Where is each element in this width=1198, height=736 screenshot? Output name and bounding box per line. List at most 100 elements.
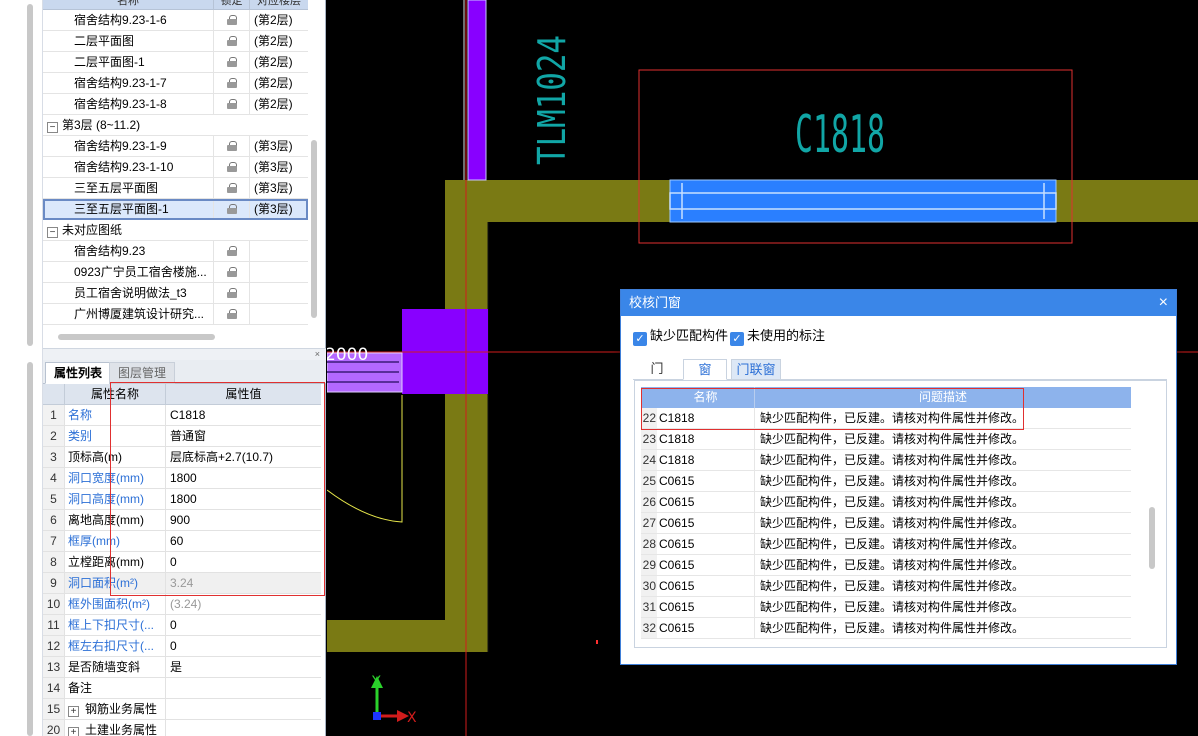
issue-row[interactable]: 28 C0615 缺少匹配构件，已反建。请核对构件属性并修改。 xyxy=(641,534,1131,555)
tree-row[interactable]: 三至五层平面图-1 (第3层) xyxy=(43,199,308,220)
lock-icon[interactable] xyxy=(226,288,237,298)
tree-group[interactable]: − 未对应图纸 xyxy=(43,220,308,241)
tab-property-list[interactable]: 属性列表 xyxy=(45,362,112,384)
property-row[interactable]: 14 备注 xyxy=(43,678,321,699)
property-value[interactable]: 0 xyxy=(166,615,321,635)
collapse-icon[interactable]: − xyxy=(47,227,58,238)
lock-icon[interactable] xyxy=(226,267,237,277)
door-frame[interactable] xyxy=(467,0,487,181)
tree-group[interactable]: − 第3层 (8~11.2) xyxy=(43,115,308,136)
tree-vertical-scrollbar[interactable] xyxy=(311,140,317,318)
panel-close-icon[interactable]: × xyxy=(315,349,320,359)
tree-row[interactable]: 宿舍结构9.23-1-10 (第3层) xyxy=(43,157,308,178)
tab-layer-management[interactable]: 图层管理 xyxy=(109,362,176,384)
tree-row-lock[interactable] xyxy=(214,199,250,219)
tree-row-lock[interactable] xyxy=(214,31,250,51)
property-row[interactable]: 12 框左右扣尺寸(... 0 xyxy=(43,636,321,657)
lock-icon[interactable] xyxy=(226,204,237,214)
grid-scrollbar[interactable] xyxy=(1149,507,1155,569)
tree-horizontal-scrollbar[interactable] xyxy=(58,334,215,340)
tree-row[interactable]: 0923广宁员工宿舍楼施... xyxy=(43,262,308,283)
property-row[interactable]: 6 离地高度(mm) 900 xyxy=(43,510,321,531)
property-row[interactable]: 1 名称 C1818 xyxy=(43,405,321,426)
property-row[interactable]: 15 + 钢筋业务属性 xyxy=(43,699,321,720)
issue-row[interactable]: 30 C0615 缺少匹配构件，已反建。请核对构件属性并修改。 xyxy=(641,576,1131,597)
lock-icon[interactable] xyxy=(226,57,237,67)
tree-row[interactable]: 宿舍结构9.23-1-9 (第3层) xyxy=(43,136,308,157)
checkbox-unused-marks[interactable]: ✓ 未使用的标注 xyxy=(730,328,825,346)
tab-door-window-combo[interactable]: 门联窗 xyxy=(731,359,781,380)
lock-icon[interactable] xyxy=(226,78,237,88)
property-value[interactable]: 普通窗 xyxy=(166,426,321,446)
tree-row[interactable]: 二层平面图-1 (第2层) xyxy=(43,52,308,73)
issue-row[interactable]: 27 C0615 缺少匹配构件，已反建。请核对构件属性并修改。 xyxy=(641,513,1131,534)
side-strip-scrollbar-lower[interactable] xyxy=(27,362,33,736)
property-value[interactable]: 1800 xyxy=(166,489,321,509)
tree-row[interactable]: 员工宿舍说明做法_t3 xyxy=(43,283,308,304)
property-row[interactable]: 8 立樘距离(mm) 0 xyxy=(43,552,321,573)
lock-icon[interactable] xyxy=(226,15,237,25)
wall-bottom[interactable] xyxy=(327,620,488,652)
lock-icon[interactable] xyxy=(226,162,237,172)
issue-row[interactable]: 22 C1818 缺少匹配构件，已反建。请核对构件属性并修改。 xyxy=(641,408,1131,429)
property-row[interactable]: 5 洞口高度(mm) 1800 xyxy=(43,489,321,510)
checkbox-checked-icon[interactable]: ✓ xyxy=(730,332,744,346)
tree-row[interactable]: 三至五层平面图 (第3层) xyxy=(43,178,308,199)
property-value[interactable]: 3.24 xyxy=(166,573,321,593)
tree-row-lock[interactable] xyxy=(214,304,250,324)
tree-row-lock[interactable] xyxy=(214,157,250,177)
lock-icon[interactable] xyxy=(226,99,237,109)
property-row[interactable]: 2 类别 普通窗 xyxy=(43,426,321,447)
property-row[interactable]: 11 框上下扣尺寸(... 0 xyxy=(43,615,321,636)
issue-row[interactable]: 25 C0615 缺少匹配构件，已反建。请核对构件属性并修改。 xyxy=(641,471,1131,492)
tree-row-lock[interactable] xyxy=(214,136,250,156)
tree-row-lock[interactable] xyxy=(214,241,250,261)
property-row[interactable]: 13 是否随墙变斜 是 xyxy=(43,657,321,678)
property-value[interactable]: 0 xyxy=(166,636,321,656)
checkbox-checked-icon[interactable]: ✓ xyxy=(633,332,647,346)
property-value[interactable]: 60 xyxy=(166,531,321,551)
tree-row[interactable]: 宿舍结构9.23-1-7 (第2层) xyxy=(43,73,308,94)
tree-row-lock[interactable] xyxy=(214,94,250,114)
lock-icon[interactable] xyxy=(226,309,237,319)
tree-row[interactable]: 二层平面图 (第2层) xyxy=(43,31,308,52)
property-value[interactable]: (3.24) xyxy=(166,594,321,614)
property-value[interactable]: C1818 xyxy=(166,405,321,425)
property-row[interactable]: 20 + 土建业务属性 xyxy=(43,720,321,736)
lock-icon[interactable] xyxy=(226,141,237,151)
property-value[interactable]: 900 xyxy=(166,510,321,530)
tab-door[interactable]: 门 xyxy=(635,359,679,380)
property-value[interactable]: 层底标高+2.7(10.7) xyxy=(166,447,321,467)
side-strip-scrollbar[interactable] xyxy=(27,4,33,346)
tree-row-lock[interactable] xyxy=(214,10,250,30)
property-row[interactable]: 3 顶标高(m) 层底标高+2.7(10.7) xyxy=(43,447,321,468)
collapse-icon[interactable]: − xyxy=(47,122,58,133)
expand-icon[interactable]: + xyxy=(68,727,79,736)
tree-row[interactable]: 宿舍结构9.23-1-6 (第2层) xyxy=(43,10,308,31)
issue-row[interactable]: 32 C0615 缺少匹配构件，已反建。请核对构件属性并修改。 xyxy=(641,618,1131,639)
tree-row-lock[interactable] xyxy=(214,262,250,282)
issue-row[interactable]: 23 C1818 缺少匹配构件，已反建。请核对构件属性并修改。 xyxy=(641,429,1131,450)
tree-row-lock[interactable] xyxy=(214,73,250,93)
tree-row[interactable]: 宿舍结构9.23-1-8 (第2层) xyxy=(43,94,308,115)
property-row[interactable]: 9 洞口面积(m²) 3.24 xyxy=(43,573,321,594)
lock-icon[interactable] xyxy=(226,36,237,46)
property-value[interactable] xyxy=(166,699,321,719)
tree-row-lock[interactable] xyxy=(214,283,250,303)
property-value[interactable]: 是 xyxy=(166,657,321,677)
tab-window[interactable]: 窗 xyxy=(683,359,727,380)
property-row[interactable]: 7 框厚(mm) 60 xyxy=(43,531,321,552)
property-row[interactable]: 10 框外围面积(m²) (3.24) xyxy=(43,594,321,615)
property-value[interactable] xyxy=(166,678,321,698)
checkbox-missing-match[interactable]: ✓ 缺少匹配构件 xyxy=(633,328,728,346)
lock-icon[interactable] xyxy=(226,183,237,193)
tree-row[interactable]: 广州博厦建筑设计研究... xyxy=(43,304,308,325)
issue-row[interactable]: 26 C0615 缺少匹配构件，已反建。请核对构件属性并修改。 xyxy=(641,492,1131,513)
tree-row[interactable]: 宿舍结构9.23 xyxy=(43,241,308,262)
tree-row-lock[interactable] xyxy=(214,178,250,198)
issue-row[interactable]: 29 C0615 缺少匹配构件，已反建。请核对构件属性并修改。 xyxy=(641,555,1131,576)
issue-row[interactable]: 31 C0615 缺少匹配构件，已反建。请核对构件属性并修改。 xyxy=(641,597,1131,618)
tree-row-lock[interactable] xyxy=(214,52,250,72)
property-value[interactable] xyxy=(166,720,321,736)
property-row[interactable]: 4 洞口宽度(mm) 1800 xyxy=(43,468,321,489)
